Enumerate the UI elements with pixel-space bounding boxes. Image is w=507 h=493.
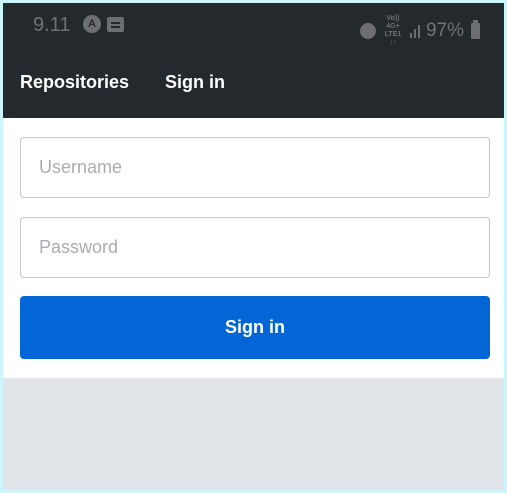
notification-app-icon: A [83, 15, 101, 33]
nav-link-repositories[interactable]: Repositories [20, 72, 129, 93]
top-navbar: Repositories Sign in [3, 47, 504, 118]
signal-icon [409, 24, 420, 38]
app-frame: 9.11 A Vo)) 4G+ LTE1 ↓↑ 97% Repositories… [3, 3, 504, 490]
alarm-icon [359, 23, 376, 39]
username-input[interactable] [20, 137, 490, 198]
nav-link-sign-in[interactable]: Sign in [165, 72, 225, 93]
message-icon [107, 16, 124, 32]
battery-level: 97% [425, 20, 464, 41]
status-time: 9.11 [33, 14, 71, 36]
network-top-text: Vo)) 4G+ [386, 15, 400, 30]
network-bottom-text: LTE1 ↓↑ [384, 31, 402, 46]
status-left-icons: A [83, 15, 124, 33]
sign-in-button[interactable]: Sign in [20, 296, 490, 359]
battery-icon [471, 20, 480, 39]
status-right: Vo)) 4G+ LTE1 ↓↑ 97% [359, 15, 480, 47]
password-input[interactable] [20, 217, 490, 278]
network-indicator: Vo)) 4G+ LTE1 ↓↑ [382, 15, 404, 47]
status-bar: 9.11 A Vo)) 4G+ LTE1 ↓↑ 97% [3, 3, 504, 47]
login-form: Sign in [3, 118, 504, 378]
